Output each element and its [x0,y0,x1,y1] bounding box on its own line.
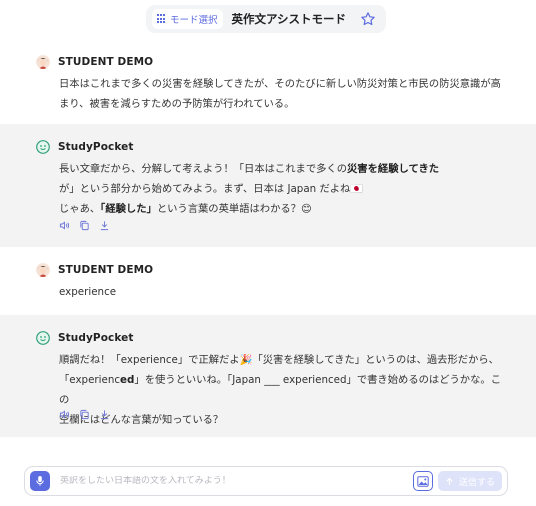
message-text: experience [59,286,117,298]
chat-input-bar: 送信する [24,466,508,496]
message-text: 長い文章だから、分解して考えよう！「日本はこれまで多くの災害を経験してきた が」… [59,159,509,219]
message-actions [59,409,110,420]
sender-name: STUDENT DEMO [58,56,154,68]
message-bot: StudyPocket 順調だね！「experience」で正解だよ🎉「災害を経… [0,315,536,437]
message-text: 順調だね！「experience」で正解だよ🎉「災害を経験してきた」というのは、… [59,350,509,430]
text-span: 長い文章だから、分解して考えよう！「日本はこれまで多くの [59,163,348,175]
message-line: が」という部分から始めてみよう。まず、日本は Japan だよね🇯🇵 [59,183,364,195]
text-span: 「experienc [59,374,121,386]
mode-select-label: モード選択 [170,15,218,26]
user-avatar [36,263,50,277]
mic-button[interactable] [30,471,50,491]
copy-icon[interactable] [79,220,90,231]
message-line: 日本はこれまで多くの災害を経験してきたが、そのたびに新しい防災対策と市民の防災意… [59,78,501,90]
message-line: 長い文章だから、分解して考えよう！「日本はこれまで多くの災害を経験してきた [59,159,509,179]
send-label: 送信する [458,477,495,488]
message-actions [59,220,110,231]
mode-header: モード選択 英作文アシストモード [146,5,386,33]
message-line: 順調だね！「experience」で正解だよ🎉「災害を経験してきた」というのは、… [59,354,499,366]
image-upload-button[interactable] [413,471,433,491]
message-input[interactable] [60,476,413,486]
bold-text: ed [120,374,135,386]
message-user: STUDENT DEMO 日本はこれまで多くの災害を経験してきたが、そのたびに新… [0,44,536,124]
sender-name: StudyPocket [58,332,134,344]
message-bot: StudyPocket 長い文章だから、分解して考えよう！「日本はこれまで多くの… [0,124,536,247]
message-sender: StudyPocket [36,331,134,345]
copy-icon[interactable] [79,409,90,420]
sender-name: StudyPocket [58,141,134,153]
star-icon[interactable] [360,11,376,27]
studypocket-avatar [36,331,50,345]
bold-text: 「経験した」 [100,203,157,215]
grid-icon [157,14,167,24]
arrow-up-icon [446,477,453,485]
message-sender: STUDENT DEMO [36,263,153,277]
message-line: 空欄にはどんな言葉が知っている？ [59,414,224,426]
text-span: じゃあ、 [59,203,101,215]
speaker-icon[interactable] [59,409,70,420]
microphone-icon [36,476,44,486]
text-span: という言葉の英単語はわかる？😊 [156,203,312,215]
download-icon[interactable] [99,409,110,420]
bold-text: 災害を経験してきた [347,163,440,175]
speaker-icon[interactable] [59,220,70,231]
message-sender: STUDENT DEMO [36,55,153,69]
message-text: 日本はこれまで多くの災害を経験してきたが、そのたびに新しい防災対策と市民の防災意… [59,74,509,114]
message-line: まり、被害を減らすための予防策が行われている。 [59,98,295,110]
mode-title: 英作文アシストモード [231,12,347,26]
message-user: STUDENT DEMO experience [0,247,536,315]
message-line: 「experienced」を使うといいね。「Japan ___ experien… [59,370,509,410]
sender-name: STUDENT DEMO [58,264,154,276]
image-icon [417,475,429,487]
mode-select-button[interactable]: モード選択 [152,9,223,29]
download-icon[interactable] [99,220,110,231]
studypocket-avatar [36,140,50,154]
send-button[interactable]: 送信する [438,471,502,491]
message-line: じゃあ、「経験した」という言葉の英単語はわかる？😊 [59,199,509,219]
message-sender: StudyPocket [36,140,134,154]
user-avatar [36,55,50,69]
